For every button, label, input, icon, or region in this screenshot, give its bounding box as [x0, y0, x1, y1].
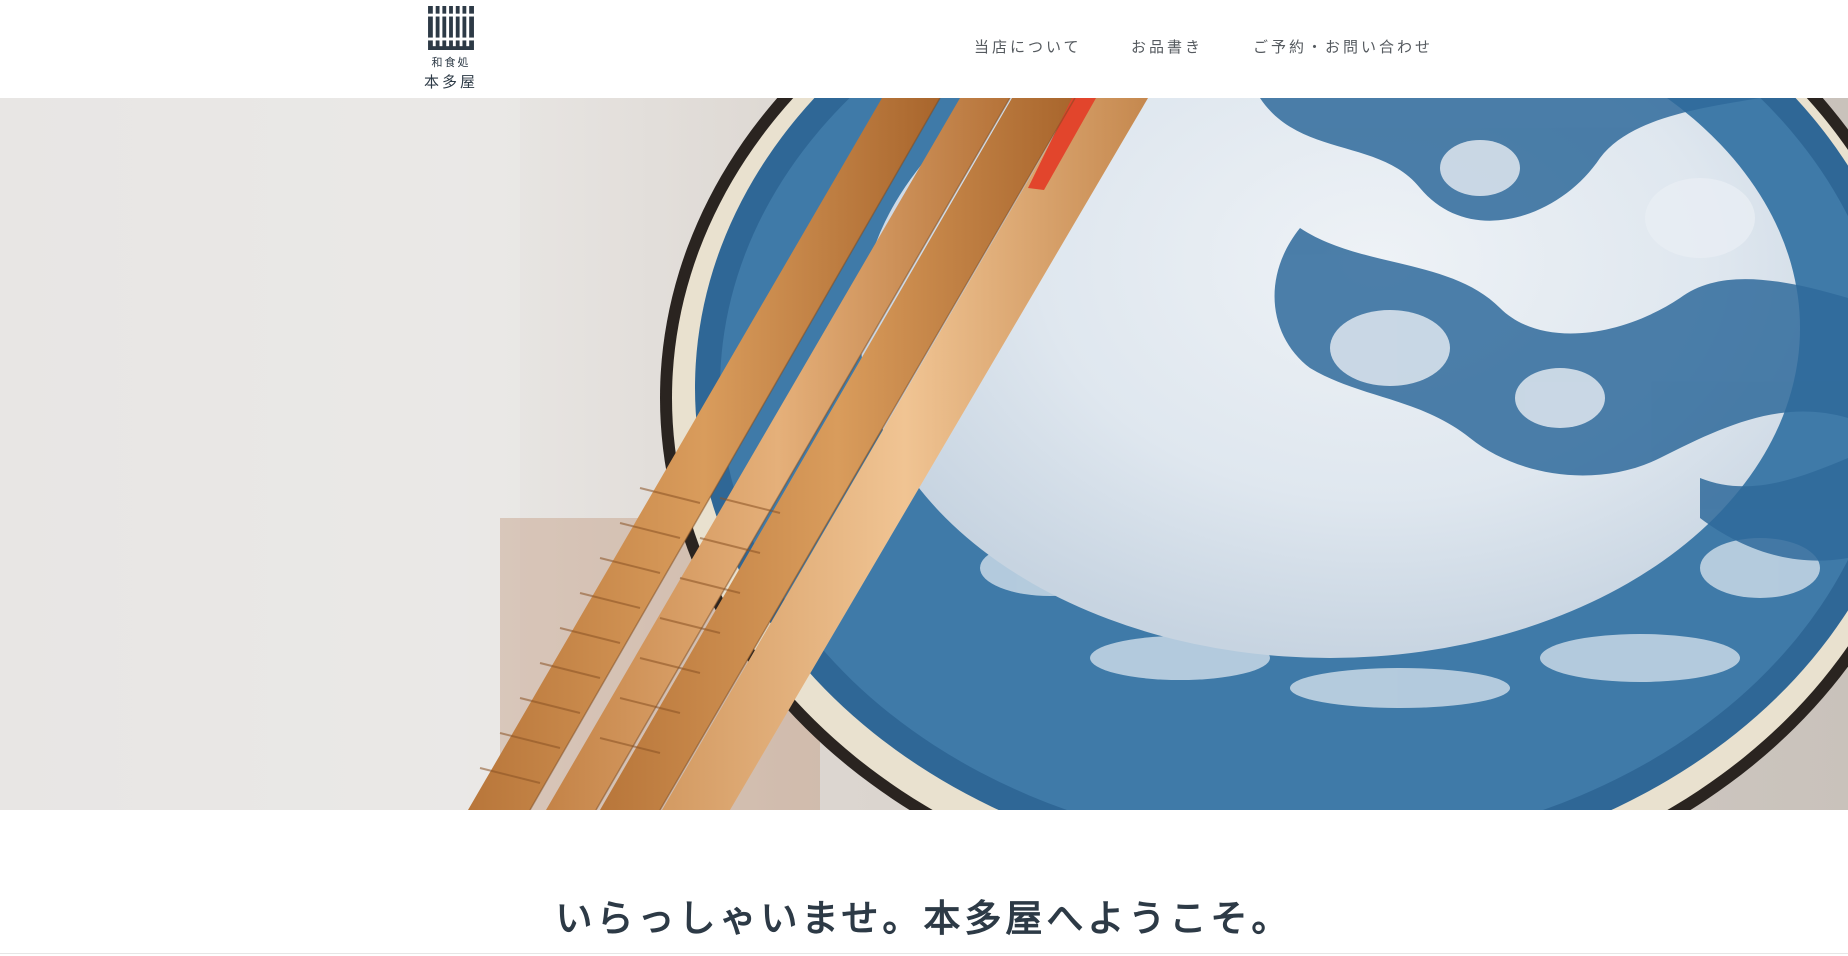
logo-subtitle: 和食処 [431, 56, 471, 69]
hero-image [0, 98, 1848, 810]
chopsticks-plate-photo [0, 98, 1848, 810]
nav-link-reservation-contact[interactable]: ご予約・お問い合わせ [1253, 36, 1433, 57]
lattice-gate-icon [428, 6, 474, 50]
section-divider [0, 953, 1848, 954]
nav-link-menu[interactable]: お品書き [1131, 36, 1203, 57]
welcome-heading: いらっしゃいませ。本多屋へようこそ。 [555, 896, 1293, 940]
nav-link-about[interactable]: 当店について [974, 36, 1082, 57]
logo-name: 本多屋 [423, 73, 478, 91]
site-logo[interactable]: 和食処 本多屋 [422, 6, 480, 92]
site-header: 和食処 本多屋 当店について お品書き ご予約・お問い合わせ [0, 0, 1848, 98]
